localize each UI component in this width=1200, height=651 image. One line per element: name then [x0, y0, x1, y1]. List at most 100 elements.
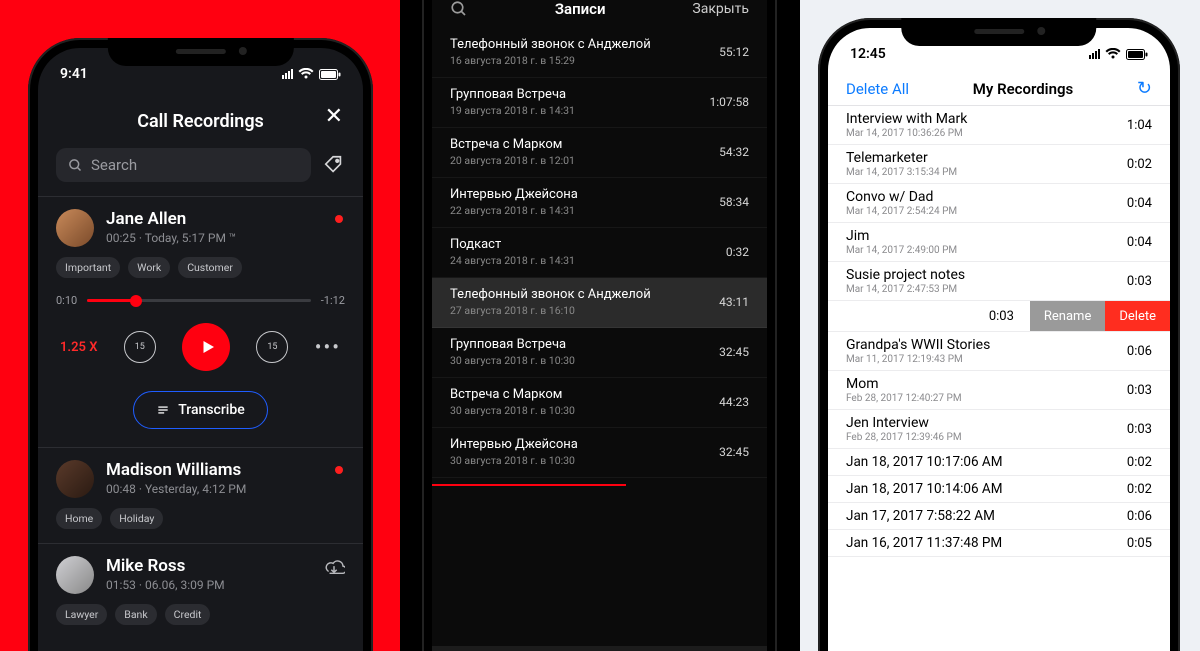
recording-row[interactable]: Convo w/ DadMar 14, 2017 2:54:24 PM0:04: [828, 184, 1170, 223]
recording-title: Встреча с Марком: [450, 137, 575, 152]
recording-duration: 1:07:58: [709, 95, 749, 109]
page-title: Call Recordings: [137, 111, 264, 132]
recording-title: Jim: [846, 228, 957, 244]
recording-date: Mar 14, 2017 2:47:53 PM: [846, 284, 965, 295]
recording-row[interactable]: Jan 18, 2017 10:17:06 AM0:02: [828, 449, 1170, 476]
recording-date: Mar 11, 2017 12:19:43 PM: [846, 354, 990, 365]
tag-chip[interactable]: Holiday: [110, 508, 163, 529]
recording-date: 30 августа 2018 г. в 10:30: [450, 454, 578, 467]
rename-button[interactable]: Rename: [1030, 301, 1105, 331]
search-input[interactable]: Search: [56, 148, 311, 182]
tag-chip[interactable]: Customer: [178, 257, 242, 278]
recording-duration: 32:45: [719, 445, 749, 459]
recording-title: Jan 17, 2017 7:58:22 AM: [846, 508, 995, 524]
elapsed-time: 0:10: [56, 294, 77, 307]
recording-date: 27 августа 2018 г. в 16:10: [450, 304, 651, 317]
recording-row[interactable]: Встреча с Марком 30 августа 2018 г. в 10:…: [432, 378, 767, 428]
tag-chip[interactable]: Bank: [115, 604, 156, 625]
recording-name: Madison Williams: [106, 460, 246, 480]
swipe-actions: 0:03 Rename Delete: [828, 301, 1170, 332]
recording-item[interactable]: Mike Ross 01:53 · 06.06, 3:09 PM Lawyer …: [38, 544, 363, 639]
transcribe-button[interactable]: Transcribe: [133, 391, 267, 429]
close-icon[interactable]: ✕: [325, 104, 343, 129]
refresh-icon[interactable]: ↻: [1137, 78, 1152, 99]
tag-icon[interactable]: [323, 154, 345, 176]
unread-dot-icon: [335, 215, 343, 223]
recording-meta: 00:48 · Yesterday, 4:12 PM: [106, 482, 246, 496]
tag-chip[interactable]: Lawyer: [56, 604, 107, 625]
recording-row[interactable]: Интервью Джейсона 30 августа 2018 г. в 10…: [432, 428, 767, 478]
search-placeholder: Search: [91, 156, 137, 174]
recording-date: 22 августа 2018 г. в 14:31: [450, 204, 578, 217]
recording-date: 24 августа 2018 г. в 14:31: [450, 254, 575, 267]
recording-duration: 0:04: [1127, 196, 1152, 211]
recording-row[interactable]: Jan 18, 2017 10:14:06 AM0:02: [828, 476, 1170, 503]
recording-duration: 0:02: [1127, 482, 1152, 497]
delete-button[interactable]: Delete: [1105, 301, 1170, 331]
recording-row[interactable]: Подкаст 24 августа 2018 г. в 14:31 0:32: [432, 228, 767, 278]
recording-duration: 32:45: [719, 345, 749, 359]
rewind-15-icon[interactable]: [124, 331, 156, 363]
recording-date: Feb 28, 2017 12:40:27 PM: [846, 393, 962, 404]
recording-meta: 01:53 · 06.06, 3:09 PM: [106, 578, 225, 592]
search-icon[interactable]: [450, 0, 468, 18]
recording-title: Интервью Джейсона: [450, 437, 578, 452]
speed-button[interactable]: 1.25 X: [60, 340, 97, 355]
recording-title: Встреча с Марком: [450, 387, 575, 402]
phone-frame: Записи Закрыть Телефонный звонок с Андже…: [422, 0, 777, 651]
recording-row[interactable]: Групповая Встреча19 августа 2018 г. в 14…: [432, 78, 767, 128]
unread-dot-icon: [335, 466, 343, 474]
recording-duration: 0:32: [726, 245, 749, 259]
recording-row[interactable]: JimMar 14, 2017 2:49:00 PM0:04: [828, 223, 1170, 262]
tag-chip[interactable]: Credit: [165, 604, 211, 625]
recording-title: Телефонный звонок с Анджелой: [450, 287, 651, 302]
signal-icon: [282, 69, 293, 79]
wifi-icon: [1105, 48, 1121, 60]
recording-row[interactable]: Jan 17, 2017 7:58:22 AM 0:06: [828, 503, 1170, 530]
recording-title: Susie project notes: [846, 267, 965, 283]
recording-row[interactable]: Интервью Джейсона 22 августа 2018 г. в 14…: [432, 178, 767, 228]
cloud-download-icon[interactable]: [323, 558, 345, 576]
swipe-row-duration: 0:03: [973, 301, 1030, 331]
recording-row[interactable]: Interview with MarkMar 14, 2017 10:36:26…: [828, 106, 1170, 145]
tag-chip[interactable]: Work: [128, 257, 170, 278]
forward-15-icon[interactable]: [256, 331, 288, 363]
tag-chip[interactable]: Home: [56, 508, 102, 529]
recording-title: Групповая Встреча: [450, 87, 575, 102]
recording-row[interactable]: Susie project notesMar 14, 2017 2:47:53 …: [828, 262, 1170, 301]
recording-row[interactable]: Jan 16, 2017 11:37:48 PM0:05: [828, 530, 1170, 557]
recording-title: Telemarketer: [846, 150, 957, 166]
recording-row[interactable]: Grandpa's WWII StoriesMar 11, 2017 12:19…: [828, 332, 1170, 371]
search-icon: [68, 158, 83, 173]
play-button[interactable]: [182, 323, 230, 371]
more-icon[interactable]: •••: [315, 335, 341, 359]
mini-player: ⌄ Телефонный звонок с Анджелой 43:11 15 …: [432, 646, 767, 651]
recording-title: Телефонный звонок с Анджелой: [450, 37, 651, 52]
recording-row[interactable]: MomFeb 28, 2017 12:40:27 PM0:03: [828, 371, 1170, 410]
recording-title: Подкаст: [450, 237, 575, 252]
page-title: Записи: [555, 0, 606, 18]
battery-icon: [1126, 49, 1148, 60]
tag-chip[interactable]: Important: [56, 257, 120, 278]
progress-track[interactable]: [87, 299, 311, 302]
delete-all-button[interactable]: Delete All: [846, 80, 909, 98]
recording-row[interactable]: TelemarketerMar 14, 2017 3:15:34 PM0:02: [828, 145, 1170, 184]
recording-item[interactable]: Jane Allen 00:25 · Today, 5:17 PM ™ Impo…: [38, 197, 363, 448]
recording-duration: 1:04: [1127, 118, 1152, 133]
recording-row[interactable]: Телефонный звонок с Анджелой16 августа 2…: [432, 28, 767, 78]
recording-duration: 0:06: [1127, 509, 1152, 524]
recording-duration: 0:02: [1127, 157, 1152, 172]
phone-notch: [901, 18, 1096, 46]
close-button[interactable]: Закрыть: [692, 1, 749, 17]
progress-line: [432, 484, 626, 486]
recording-row[interactable]: Групповая Встреча30 августа 2018 г. в 10…: [432, 328, 767, 378]
recording-row[interactable]: Встреча с Марком20 августа 2018 г. в 12:…: [432, 128, 767, 178]
recording-date: 30 августа 2018 г. в 10:30: [450, 404, 575, 417]
recording-row[interactable]: Телефонный звонок с Анджелой 27 августа 2…: [432, 278, 767, 328]
recording-meta: 00:25 · Today, 5:17 PM ™: [106, 231, 236, 245]
recording-duration: 0:03: [1127, 383, 1152, 398]
recording-row[interactable]: Jen InterviewFeb 28, 2017 12:39:46 PM0:0…: [828, 410, 1170, 449]
recording-title: Интервью Джейсона: [450, 187, 578, 202]
page-title: My Recordings: [973, 80, 1073, 98]
recording-item[interactable]: Madison Williams 00:48 · Yesterday, 4:12…: [38, 448, 363, 544]
